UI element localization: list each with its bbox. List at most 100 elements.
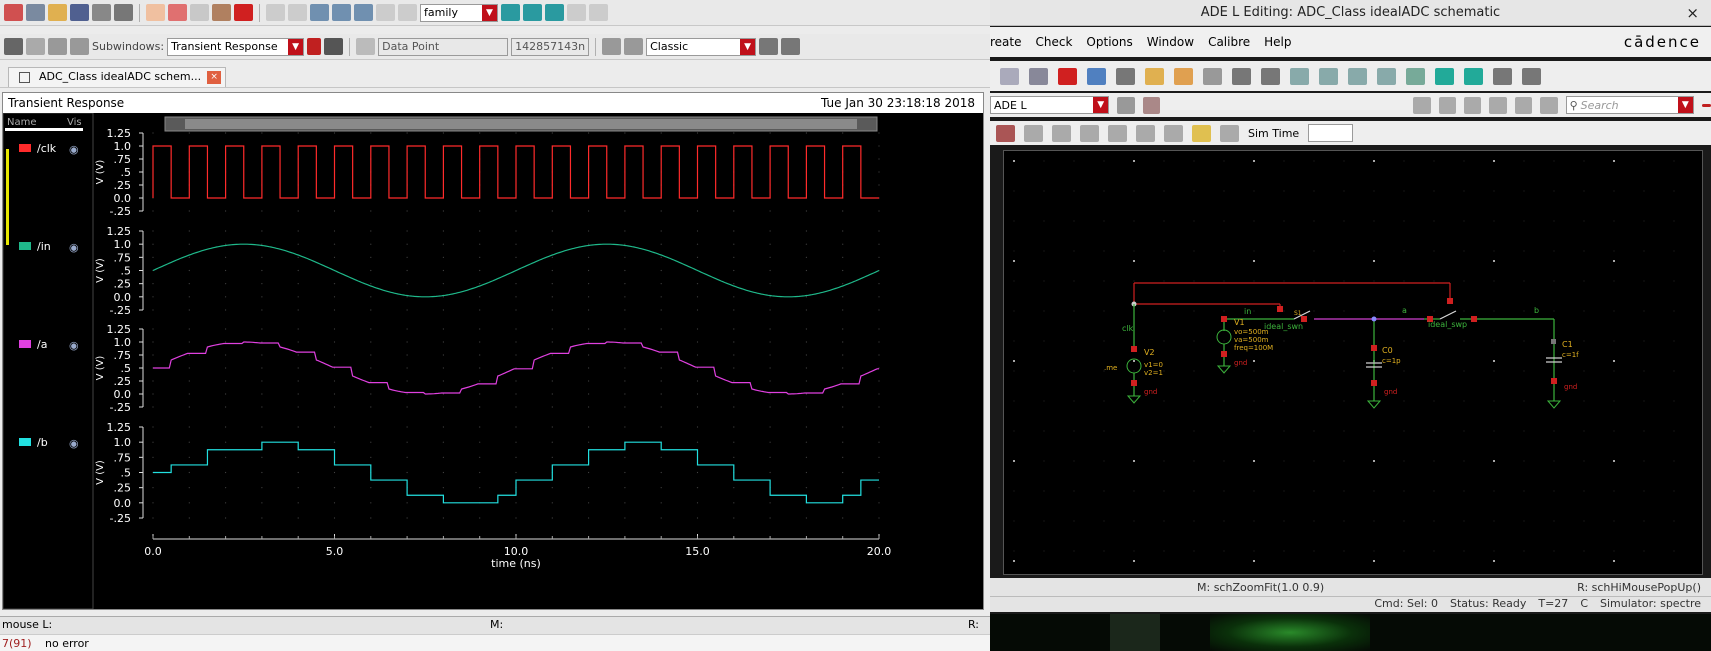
pencil-icon[interactable] bbox=[4, 38, 23, 55]
ade-config-icon[interactable] bbox=[1142, 96, 1160, 114]
open-icon[interactable] bbox=[1000, 67, 1019, 85]
columns-icon[interactable] bbox=[70, 38, 89, 55]
menu-options[interactable]: Options bbox=[1086, 35, 1132, 49]
instance-icon[interactable] bbox=[1203, 67, 1222, 85]
stack-icon[interactable] bbox=[567, 4, 586, 21]
zoom-out-icon[interactable] bbox=[354, 4, 373, 21]
pin-icon[interactable] bbox=[1493, 67, 1512, 85]
netlist-icon[interactable] bbox=[1108, 124, 1127, 142]
menu-help[interactable]: Help bbox=[1264, 35, 1291, 49]
list-icon[interactable] bbox=[1052, 124, 1071, 142]
zoom-box-icon[interactable] bbox=[310, 4, 329, 21]
sim-time-field[interactable] bbox=[1308, 124, 1354, 142]
delete-icon[interactable] bbox=[1058, 67, 1077, 85]
search-input[interactable]: ⚲ Search ▼ bbox=[1565, 96, 1694, 114]
strip-chart-icon[interactable] bbox=[501, 4, 520, 21]
delete-icon[interactable] bbox=[234, 4, 253, 21]
new-icon[interactable] bbox=[4, 4, 23, 21]
cut-icon[interactable] bbox=[168, 4, 187, 21]
hierarchy-icon[interactable] bbox=[1406, 67, 1425, 85]
grid-dot bbox=[1283, 550, 1285, 552]
folder-icon[interactable] bbox=[1145, 67, 1164, 85]
split-chart-icon[interactable] bbox=[523, 4, 542, 21]
zoom-in-icon[interactable] bbox=[1290, 67, 1309, 85]
waveform-icon[interactable] bbox=[996, 124, 1015, 142]
zoom-out-icon[interactable] bbox=[1319, 67, 1338, 85]
label-icon[interactable] bbox=[1232, 67, 1251, 85]
edit-icon[interactable] bbox=[1136, 124, 1155, 142]
grid-dot bbox=[588, 283, 590, 285]
menu-window[interactable]: Window bbox=[1147, 35, 1194, 49]
overlay-icon[interactable] bbox=[545, 4, 564, 21]
sim-time-icon[interactable] bbox=[1220, 124, 1239, 142]
save-icon[interactable] bbox=[70, 4, 89, 21]
grid-dot bbox=[370, 380, 372, 382]
hand-icon[interactable] bbox=[26, 38, 45, 55]
zoom-fit-icon[interactable] bbox=[1348, 67, 1367, 85]
pointer-icon[interactable] bbox=[1464, 96, 1482, 114]
rows-icon[interactable] bbox=[48, 38, 67, 55]
chevron-down-icon[interactable]: ▼ bbox=[482, 4, 497, 21]
copy-icon[interactable] bbox=[190, 4, 209, 21]
mode-combo[interactable]: ADE L ▼ bbox=[990, 96, 1110, 114]
chevron-down-icon[interactable]: ▼ bbox=[1677, 97, 1693, 113]
record-icon[interactable] bbox=[307, 38, 322, 55]
open-icon[interactable] bbox=[48, 4, 67, 21]
select-icon[interactable] bbox=[1413, 96, 1431, 114]
data-point-field[interactable]: Data Point bbox=[378, 37, 509, 56]
fit-icon[interactable] bbox=[589, 4, 608, 21]
new-window-icon[interactable] bbox=[26, 4, 45, 21]
zoom-in-icon[interactable] bbox=[332, 4, 351, 21]
wrench-icon[interactable] bbox=[1164, 124, 1183, 142]
highlight-icon[interactable] bbox=[1701, 103, 1711, 107]
select-area-icon[interactable] bbox=[1438, 96, 1457, 114]
property-icon[interactable] bbox=[1087, 67, 1106, 85]
grid-dot bbox=[1463, 430, 1465, 432]
marker-icon[interactable] bbox=[398, 4, 417, 21]
schematic-canvas[interactable]: clk V2 v1=0 v2=1 .me gnd V1 vo=500m va=500m freq=… bbox=[1003, 150, 1703, 575]
grid-dot bbox=[1463, 370, 1465, 372]
bulb-icon[interactable] bbox=[1192, 124, 1211, 142]
chevron-down-icon[interactable]: ▼ bbox=[288, 38, 304, 55]
library-icon[interactable] bbox=[1080, 124, 1099, 142]
close-tab-icon[interactable]: × bbox=[207, 71, 222, 84]
stretch-icon[interactable] bbox=[1489, 96, 1507, 114]
style-combo[interactable]: Classic ▼ bbox=[646, 37, 757, 56]
menu-create[interactable]: reate bbox=[990, 35, 1022, 49]
zoom-box-icon[interactable] bbox=[1377, 67, 1396, 85]
waveform-chart[interactable]: Name Vis/clk ◉1.251.0.75.5.250.0-.25V (V)/… bbox=[3, 113, 983, 609]
family-combo[interactable]: family ▼ bbox=[420, 3, 498, 22]
window-icon[interactable] bbox=[781, 38, 801, 55]
wire-icon[interactable] bbox=[1174, 67, 1193, 85]
ascend-icon[interactable] bbox=[1464, 67, 1483, 85]
grid-icon[interactable] bbox=[376, 4, 395, 21]
tab-adc-schematic[interactable]: ADC_Class idealADC schem... × bbox=[8, 67, 227, 87]
save-icon[interactable] bbox=[1029, 67, 1048, 85]
export-icon[interactable] bbox=[759, 38, 779, 55]
paste-icon[interactable] bbox=[212, 4, 231, 21]
close-icon[interactable]: × bbox=[1686, 0, 1699, 26]
menu-calibre[interactable]: Calibre bbox=[1208, 35, 1250, 49]
probe-icon[interactable] bbox=[1522, 67, 1541, 85]
filter-icon[interactable] bbox=[1540, 96, 1558, 114]
cursor-icon[interactable] bbox=[356, 38, 376, 55]
undo-icon[interactable] bbox=[146, 4, 165, 21]
menu-check[interactable]: Check bbox=[1036, 35, 1073, 49]
print-icon[interactable] bbox=[92, 4, 111, 21]
zoom-fit-icon[interactable] bbox=[266, 4, 285, 21]
dark-bg-icon[interactable] bbox=[324, 38, 344, 55]
schematic-drawing[interactable]: clkV2v1=0v2=1.megndV1vo=500mva=500mfreq=… bbox=[1004, 151, 1702, 574]
text-tool-icon[interactable] bbox=[1514, 96, 1533, 114]
zoom-icon[interactable] bbox=[288, 4, 307, 21]
marker-list-icon[interactable] bbox=[602, 38, 622, 55]
table-icon[interactable] bbox=[624, 38, 644, 55]
subwindow-combo[interactable]: Transient Response ▼ bbox=[167, 37, 305, 56]
chevron-down-icon[interactable]: ▼ bbox=[1093, 97, 1109, 113]
grid-icon[interactable] bbox=[1024, 124, 1043, 142]
ade-icon[interactable] bbox=[1117, 96, 1135, 114]
chevron-down-icon[interactable]: ▼ bbox=[740, 38, 756, 55]
note-icon[interactable] bbox=[1261, 67, 1280, 85]
text-icon[interactable] bbox=[1116, 67, 1135, 85]
camera-icon[interactable] bbox=[114, 4, 133, 21]
descend-icon[interactable] bbox=[1435, 67, 1454, 85]
